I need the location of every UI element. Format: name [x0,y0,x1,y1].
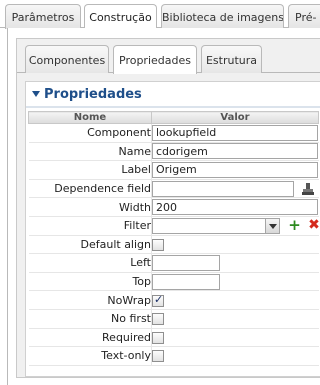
no-first-label: No first [28,309,152,329]
add-icon[interactable]: + [288,217,302,233]
table-row: Name [28,142,319,162]
table-row: Default align [28,235,319,255]
properties-container: Componentes Propriedades Estrutura Propr… [16,38,320,378]
filter-label: Filter [28,216,152,236]
table-row: Left [28,253,319,273]
construction-panel: Componentes Propriedades Estrutura Propr… [7,28,320,385]
table-row: NoWrap [28,290,319,310]
top-label: Top [28,272,152,292]
width-input[interactable] [152,199,318,216]
left-label: Left [28,253,152,273]
no-first-checkbox[interactable] [152,313,164,326]
stamp-icon[interactable] [301,182,315,196]
tab-pre[interactable]: Pré- [288,4,320,29]
tab-componentes[interactable]: Componentes [25,45,109,73]
properties-header[interactable]: Propriedades [26,82,320,108]
nowrap-label: NoWrap [28,290,152,310]
tab-parametros[interactable]: Parâmetros [5,4,81,29]
filter-select[interactable] [152,217,280,234]
top-input[interactable] [152,273,220,290]
component-label: Component [28,123,152,143]
table-row: Label [28,160,319,180]
tab-estrutura[interactable]: Estrutura [201,45,262,73]
tab-biblioteca-de-imagens[interactable]: Biblioteca de imagens [161,4,284,29]
required-label: Required [28,328,152,348]
nowrap-checkbox[interactable] [152,293,164,307]
table-row: No first [28,309,319,329]
grid-header-row: Nome Valor [28,111,319,124]
label-label: Label [28,160,152,180]
dependence-field-input[interactable] [152,180,294,197]
properties-grid: Nome Valor Component Name Label Dependen… [28,111,320,366]
table-row: Width [28,197,319,217]
label-input[interactable] [152,161,318,178]
tab-construcao[interactable]: Construção [84,4,157,30]
table-row: Required [28,328,319,348]
name-label: Name [28,142,152,162]
text-only-label: Text-only [28,346,152,366]
collapse-arrow-icon[interactable] [32,91,40,97]
properties-panel: Propriedades Nome Valor Component Name L… [25,81,320,377]
table-row: Filter + ✖ [28,216,320,236]
delete-icon[interactable]: ✖ [307,218,320,233]
required-checkbox[interactable] [152,331,164,344]
text-only-checkbox[interactable] [152,350,164,363]
tab-propriedades[interactable]: Propriedades [113,45,197,74]
table-row: Dependence field [28,179,319,199]
name-input[interactable] [152,143,318,160]
default-align-checkbox[interactable] [152,238,164,251]
table-row: Text-only [28,346,319,366]
default-align-label: Default align [28,235,152,255]
dependence-field-label: Dependence field [28,179,152,199]
column-header-value: Valor [151,111,319,124]
top-tab-bar: Parâmetros Construção Biblioteca de imag… [0,0,320,30]
column-header-name: Nome [28,111,152,124]
width-label: Width [28,197,152,217]
component-input[interactable] [152,124,318,141]
left-input[interactable] [152,254,220,271]
chevron-down-icon[interactable] [265,218,279,233]
table-row: Top [28,272,319,292]
sub-tab-bar: Componentes Propriedades Estrutura [17,39,320,74]
properties-title: Propriedades [44,87,142,102]
table-row: Component [28,123,319,143]
